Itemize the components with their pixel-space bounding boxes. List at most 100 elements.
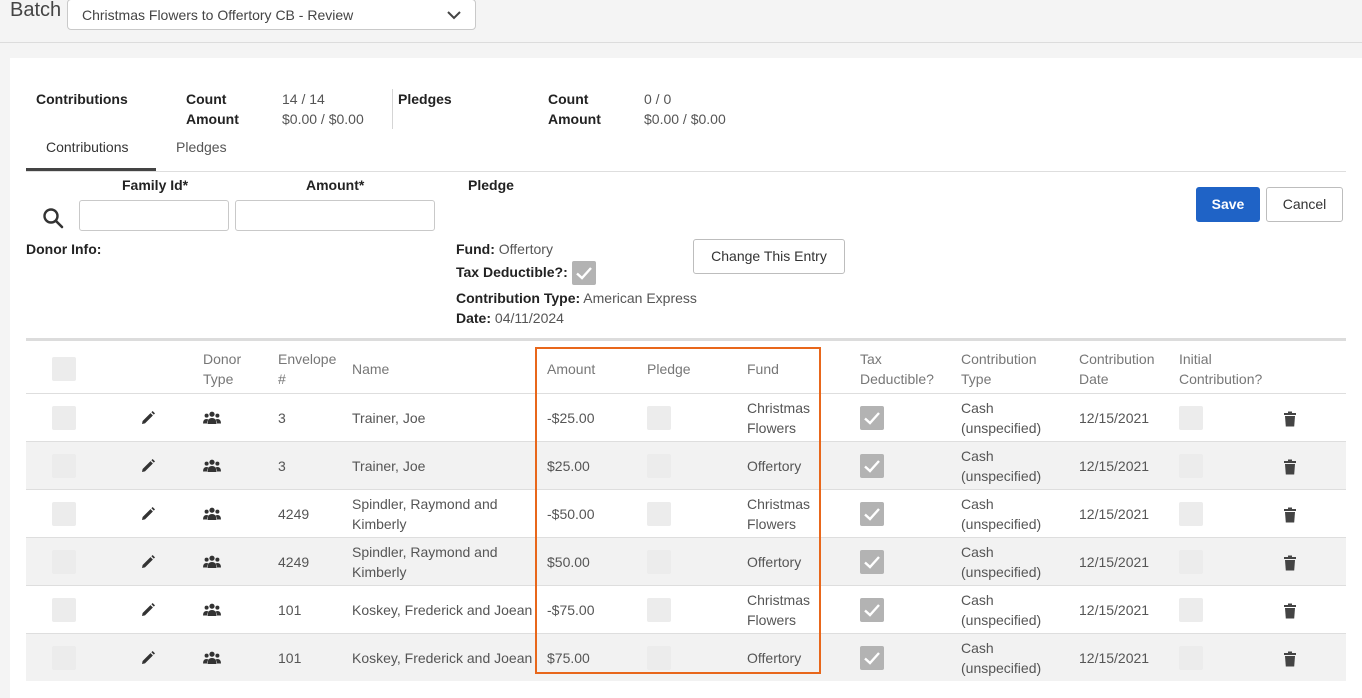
header-tax-deductible[interactable]: Tax Deductible? xyxy=(860,349,934,389)
contribution-type-cell: Cash (unspecified) xyxy=(961,592,1042,628)
row-select-checkbox[interactable] xyxy=(52,598,76,622)
contributions-count-value: 14 / 14 xyxy=(282,91,325,107)
initial-contribution-checkbox[interactable] xyxy=(1179,550,1203,574)
contribution-date-cell: 12/15/2021 xyxy=(1079,554,1150,570)
table-row[interactable]: 4249 Spindler, Raymond and Kimberly -$50.00… xyxy=(26,489,1346,537)
pencil-icon[interactable] xyxy=(140,458,156,477)
pledge-checkbox[interactable] xyxy=(647,598,671,622)
envelope-cell: 4249 xyxy=(278,506,310,522)
row-select-checkbox[interactable] xyxy=(52,502,76,526)
contribution-type-label: Contribution Type: xyxy=(456,290,581,306)
table-row[interactable]: 3 Trainer, Joe $25.00 Offertory Cash (unspeci… xyxy=(26,441,1346,489)
header-initial-contribution[interactable]: Initial Contribution? xyxy=(1179,349,1262,389)
fund-cell: Christmas Flowers xyxy=(747,400,811,436)
contribution-type-cell: Cash (unspecified) xyxy=(961,640,1042,676)
header-donor-type[interactable]: Donor Type xyxy=(203,349,241,389)
fund-cell: Offertory xyxy=(747,554,802,570)
donor-info-label: Donor Info: xyxy=(26,241,102,257)
check-icon xyxy=(864,604,880,617)
pledge-checkbox[interactable] xyxy=(647,406,671,430)
table-row[interactable]: 101 Koskey, Frederick and Joean -$75.00 Chr… xyxy=(26,585,1346,633)
table-row[interactable]: 4249 Spindler, Raymond and Kimberly $50.00 O… xyxy=(26,537,1346,585)
header-contribution-type[interactable]: Contribution Type xyxy=(961,349,1037,389)
amount-cell: $25.00 xyxy=(547,458,590,474)
check-icon xyxy=(864,556,880,569)
name-cell: Spindler, Raymond and Kimberly xyxy=(352,544,498,580)
active-tab-indicator xyxy=(26,168,156,171)
family-icon xyxy=(203,411,221,428)
check-icon xyxy=(864,412,880,425)
check-icon xyxy=(864,652,880,665)
table-row[interactable]: 3 Trainer, Joe -$25.00 Christmas Flowers Cash… xyxy=(26,393,1346,441)
header-fund[interactable]: Fund xyxy=(747,359,779,379)
pencil-icon[interactable] xyxy=(140,410,156,429)
search-icon[interactable] xyxy=(42,207,64,229)
pledge-checkbox[interactable] xyxy=(647,454,671,478)
initial-contribution-checkbox[interactable] xyxy=(1179,454,1203,478)
family-icon xyxy=(203,459,221,476)
row-select-checkbox[interactable] xyxy=(52,646,76,670)
tax-deductible-checkbox[interactable] xyxy=(860,502,884,526)
check-icon xyxy=(576,267,592,280)
tab-pledges[interactable]: Pledges xyxy=(176,139,227,155)
amount-cell: $50.00 xyxy=(547,554,590,570)
tax-deductible-checkbox[interactable] xyxy=(860,646,884,670)
contribution-type-cell: Cash (unspecified) xyxy=(961,400,1042,436)
trash-icon[interactable] xyxy=(1283,603,1297,622)
pledges-count-label: Count xyxy=(548,91,589,107)
row-select-checkbox[interactable] xyxy=(52,406,76,430)
amount-input[interactable] xyxy=(235,200,435,231)
pledge-checkbox[interactable] xyxy=(647,550,671,574)
header-name[interactable]: Name xyxy=(352,359,389,379)
pencil-icon[interactable] xyxy=(140,554,156,573)
chevron-down-icon xyxy=(447,11,461,20)
contribution-type-value: American Express xyxy=(583,290,697,306)
pledge-checkbox[interactable] xyxy=(647,502,671,526)
header-pledge[interactable]: Pledge xyxy=(647,359,691,379)
tax-deductible-checkbox[interactable] xyxy=(860,406,884,430)
contribution-date-cell: 12/15/2021 xyxy=(1079,458,1150,474)
contribution-date-cell: 12/15/2021 xyxy=(1079,506,1150,522)
trash-icon[interactable] xyxy=(1283,459,1297,478)
header-envelope[interactable]: Envelope # xyxy=(278,349,336,389)
trash-icon[interactable] xyxy=(1283,555,1297,574)
amount-label: Amount* xyxy=(306,177,365,193)
table-row[interactable]: 101 Koskey, Frederick and Joean $75.00 Offe… xyxy=(26,633,1346,681)
initial-contribution-checkbox[interactable] xyxy=(1179,646,1203,670)
select-all-checkbox[interactable] xyxy=(52,357,76,381)
pencil-icon[interactable] xyxy=(140,650,156,669)
contribution-type-cell: Cash (unspecified) xyxy=(961,448,1042,484)
header-amount[interactable]: Amount xyxy=(547,359,595,379)
pledge-label: Pledge xyxy=(468,177,514,193)
contribution-date-cell: 12/15/2021 xyxy=(1079,650,1150,666)
tax-deductible-checkbox[interactable] xyxy=(860,454,884,478)
initial-contribution-checkbox[interactable] xyxy=(1179,406,1203,430)
pencil-icon[interactable] xyxy=(140,602,156,621)
fund-cell: Offertory xyxy=(747,458,802,474)
tax-deductible-checkbox[interactable] xyxy=(860,598,884,622)
save-button[interactable]: Save xyxy=(1196,187,1260,222)
batch-select[interactable]: Christmas Flowers to Offertory CB - Revi… xyxy=(67,0,476,30)
summary-divider xyxy=(392,89,393,129)
trash-icon[interactable] xyxy=(1283,651,1297,670)
trash-icon[interactable] xyxy=(1283,411,1297,430)
pledge-checkbox[interactable] xyxy=(647,646,671,670)
name-cell: Spindler, Raymond and Kimberly xyxy=(352,496,498,532)
tax-deductible-checkbox[interactable] xyxy=(860,550,884,574)
name-cell: Trainer, Joe xyxy=(352,410,426,426)
header-contribution-date[interactable]: Contribution Date xyxy=(1079,349,1155,389)
contribution-type-cell: Cash (unspecified) xyxy=(961,544,1042,580)
initial-contribution-checkbox[interactable] xyxy=(1179,502,1203,526)
table-top-border xyxy=(26,338,1346,341)
pledges-amount-value: $0.00 / $0.00 xyxy=(644,111,726,127)
initial-contribution-checkbox[interactable] xyxy=(1179,598,1203,622)
trash-icon[interactable] xyxy=(1283,507,1297,526)
cancel-button[interactable]: Cancel xyxy=(1266,187,1343,222)
row-select-checkbox[interactable] xyxy=(52,454,76,478)
family-id-input[interactable] xyxy=(79,200,229,231)
change-this-entry-button[interactable]: Change This Entry xyxy=(693,239,845,274)
tax-deductible-checkbox[interactable] xyxy=(572,261,596,285)
pencil-icon[interactable] xyxy=(140,506,156,525)
row-select-checkbox[interactable] xyxy=(52,550,76,574)
tab-contributions[interactable]: Contributions xyxy=(46,139,129,155)
